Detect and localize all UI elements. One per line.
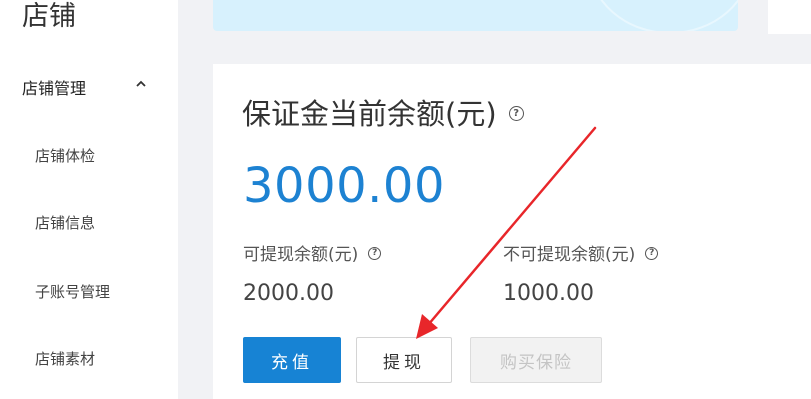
deposit-heading-text: 保证金当前余额(元) bbox=[242, 97, 497, 131]
chevron-up-icon bbox=[136, 80, 146, 87]
withdrawable-label: 可提现余额(元)? bbox=[243, 243, 382, 267]
non-withdrawable-label-text: 不可提现余额(元) bbox=[503, 245, 636, 265]
sidebar: 店铺 店铺管理 店铺体检 店铺信息 子账号管理 店铺素材 bbox=[0, 0, 178, 399]
sidebar-group-label: 店铺管理 bbox=[22, 79, 87, 98]
deposit-heading: 保证金当前余额(元)? bbox=[242, 95, 524, 133]
sidebar-item-sub-accounts[interactable]: 子账号管理 bbox=[35, 282, 110, 302]
buy-insurance-button: 购买保险 bbox=[470, 337, 602, 383]
banner-decoration bbox=[588, 0, 738, 31]
sidebar-item-store-assets[interactable]: 店铺素材 bbox=[35, 349, 95, 369]
withdrawable-label-text: 可提现余额(元) bbox=[243, 245, 359, 265]
help-icon[interactable]: ? bbox=[368, 246, 382, 260]
top-right-panel bbox=[768, 0, 811, 34]
sidebar-title: 店铺 bbox=[22, 1, 76, 32]
sidebar-item-store-checkup[interactable]: 店铺体检 bbox=[35, 146, 95, 166]
sidebar-item-store-info[interactable]: 店铺信息 bbox=[35, 213, 95, 233]
help-icon[interactable]: ? bbox=[508, 105, 524, 121]
deposit-amount: 3000.00 bbox=[243, 158, 445, 214]
help-icon[interactable]: ? bbox=[645, 246, 659, 260]
withdraw-button[interactable]: 提现 bbox=[356, 337, 452, 383]
withdrawable-value: 2000.00 bbox=[243, 281, 334, 306]
non-withdrawable-value: 1000.00 bbox=[503, 281, 594, 306]
sidebar-group-store-management[interactable]: 店铺管理 bbox=[22, 74, 162, 100]
recharge-button[interactable]: 充值 bbox=[243, 337, 341, 383]
non-withdrawable-label: 不可提现余额(元)? bbox=[503, 243, 659, 267]
banner bbox=[213, 0, 738, 31]
